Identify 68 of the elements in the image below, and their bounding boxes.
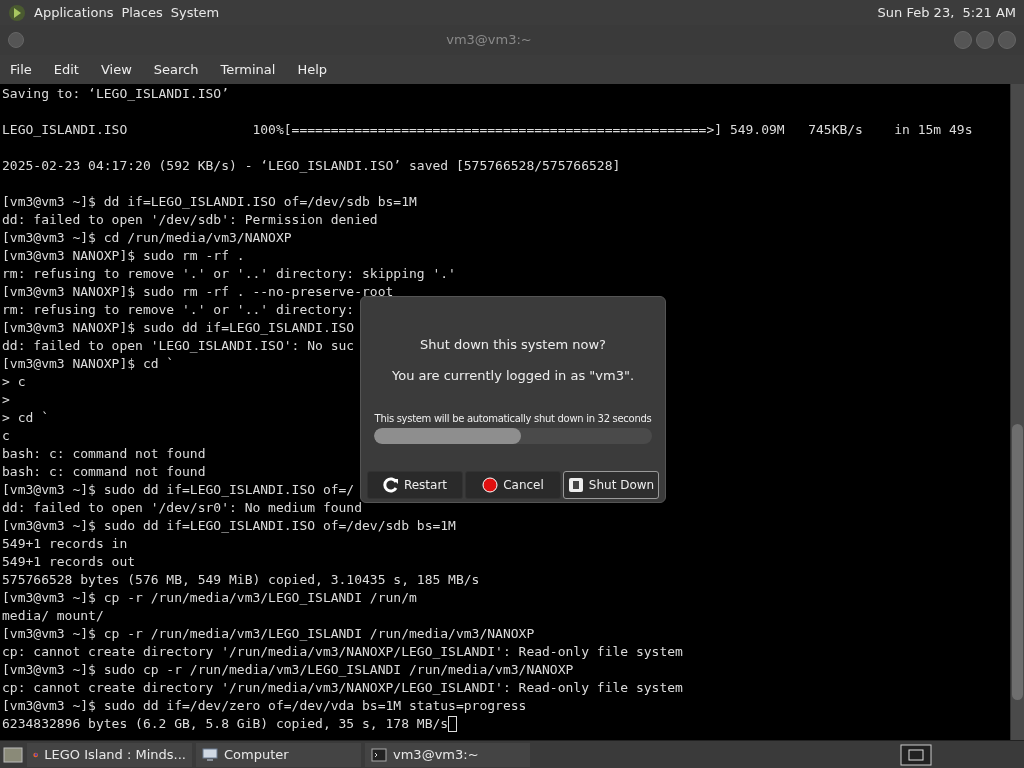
close-button[interactable]: [998, 31, 1016, 49]
dialog-button[interactable]: Cancel: [465, 471, 561, 499]
reload-icon: [382, 477, 399, 493]
terminal-line: >: [2, 391, 10, 409]
terminal-line: 575766528 bytes (576 MB, 549 MiB) copied, 3.10435 s, 185 MB/s: [2, 571, 480, 589]
terminal-line: 2025-02-23 04:17:20 (592 KB/s) - ‘LEGO_ISLANDI.ISO’ saved [575766528/575766528]: [2, 157, 621, 175]
text-cursor: [448, 716, 458, 732]
dialog-message: You are currently logged in as "vm3".: [391, 366, 635, 385]
taskbar-button[interactable]: vm3@vm3:~: [365, 742, 530, 767]
power-icon: [567, 477, 584, 493]
monitor-icon: [202, 746, 218, 763]
terminal-line: > c: [2, 373, 26, 391]
terminal-line: 549+1 records in: [2, 535, 128, 553]
terminal-line: 549+1 records out: [2, 553, 136, 571]
window-title: vm3@vm3:~: [445, 31, 533, 50]
terminal-line: media/ mount/: [2, 607, 104, 625]
panel-menu[interactable]: System: [170, 2, 220, 23]
terminal-line: dd: failed to open '/dev/sr0': No medium found: [2, 499, 363, 517]
terminal-line: [vm3@vm3 ~]$ cp -r /run/media/vm3/LEGO_ISLANDI /run/m: [2, 589, 417, 607]
terminal-line: cp: cannot create directory '/run/media/vm3/NANOXP/LEGO_ISLANDI': Read-only file system: [2, 643, 683, 661]
terminal-line: bash: c: command not found: [2, 463, 206, 481]
menu-item[interactable]: Search: [153, 59, 199, 80]
terminal-line: c: [2, 427, 10, 445]
clock[interactable]: Sun Feb 23, 5:21 AM: [877, 2, 1016, 23]
menu-item[interactable]: Edit: [53, 59, 79, 80]
terminal-line: [vm3@vm3 ~]$ sudo dd if=/dev/zero of=/dev/vda bs=1M status=progress: [2, 697, 527, 715]
terminal-icon: [371, 746, 387, 763]
menu-item[interactable]: Terminal: [220, 59, 276, 80]
terminal-line: [vm3@vm3 NANOXP]$ sudo rm -rf . --no-preserve-root: [2, 283, 394, 301]
terminal-line: Saving to: ‘LEGO_ISLANDI.ISO’: [2, 85, 229, 103]
countdown-text: This system will be automatically shut down in 32 seconds: [374, 412, 652, 426]
scrollbar[interactable]: [1010, 84, 1024, 740]
terminal-line: dd: failed to open 'LEGO_ISLANDI.ISO': No suc: [2, 337, 355, 355]
dialog-button[interactable]: Shut Down: [563, 471, 659, 499]
terminal-line: dd: failed to open '/dev/sdb': Permission denied: [2, 211, 378, 229]
terminal-line: [vm3@vm3 NANOXP]$ sudo dd if=LEGO_ISLANDI.ISO: [2, 319, 355, 337]
window-menu-icon[interactable]: [8, 32, 24, 48]
terminal-line: LEGO_ISLANDI.ISO 100%[=====================================================>] 549.09M 745KB/s in 15m 49s: [2, 121, 973, 139]
taskbar-button[interactable]: LEGO Island : Minds...: [27, 742, 192, 767]
terminal-line: [vm3@vm3 ~]$ dd if=LEGO_ISLANDI.ISO of=/dev/sdb bs=1M: [2, 193, 417, 211]
scrollbar-thumb[interactable]: [1012, 424, 1023, 700]
terminal-line: > cd `: [2, 409, 49, 427]
terminal-line: [vm3@vm3 ~]$ cd /run/media/vm3/NANOXP: [2, 229, 292, 247]
terminal-line: [vm3@vm3 ~]$ cp -r /run/media/vm3/LEGO_ISLANDI /run/media/vm3/NANOXP: [2, 625, 535, 643]
logo-icon[interactable]: [8, 3, 26, 22]
terminal-line: [vm3@vm3 ~]$ sudo dd if=LEGO_ISLANDI.ISO of=/: [2, 481, 355, 499]
terminal-line: cp: cannot create directory '/run/media/vm3/NANOXP/LEGO_ISLANDI': Read-only file system: [2, 679, 683, 697]
taskbar-button[interactable]: Computer: [196, 742, 361, 767]
show-desktop-icon[interactable]: [3, 745, 23, 764]
stop-icon: [482, 477, 499, 493]
terminal-line: bash: c: command not found: [2, 445, 206, 463]
dialog-question: Shut down this system now?: [420, 336, 606, 354]
maximize-button[interactable]: [976, 31, 994, 49]
terminal-line: rm: refusing to remove '.' or '..' directory: skipping '.': [2, 265, 456, 283]
terminal-line: [vm3@vm3 ~]$ sudo cp -r /run/media/vm3/LEGO_ISLANDI /run/media/vm3/NANOXP: [2, 661, 574, 679]
menu-item[interactable]: View: [100, 59, 132, 80]
panel-menu[interactable]: Places: [121, 2, 163, 23]
workspace-icon[interactable]: [900, 743, 932, 766]
terminal-line: rm: refusing to remove '.' or '..' directory:: [2, 301, 355, 319]
dialog-button[interactable]: Restart: [367, 471, 463, 499]
menu-item[interactable]: File: [10, 59, 32, 80]
menu-item[interactable]: Help: [297, 59, 328, 80]
terminal-line: [vm3@vm3 NANOXP]$ sudo rm -rf .: [2, 247, 245, 265]
panel-menu[interactable]: Applications: [34, 2, 114, 23]
terminal-line: 6234832896 bytes (6.2 GB, 5.8 GiB) copied, 35 s, 178 MB/s: [2, 715, 449, 733]
terminal-line: [vm3@vm3 NANOXP]$ cd `: [2, 355, 175, 373]
minimize-button[interactable]: [954, 31, 972, 49]
terminal-line: [vm3@vm3 ~]$ sudo dd if=LEGO_ISLANDI.ISO of=/dev/sdb bs=1M: [2, 517, 456, 535]
